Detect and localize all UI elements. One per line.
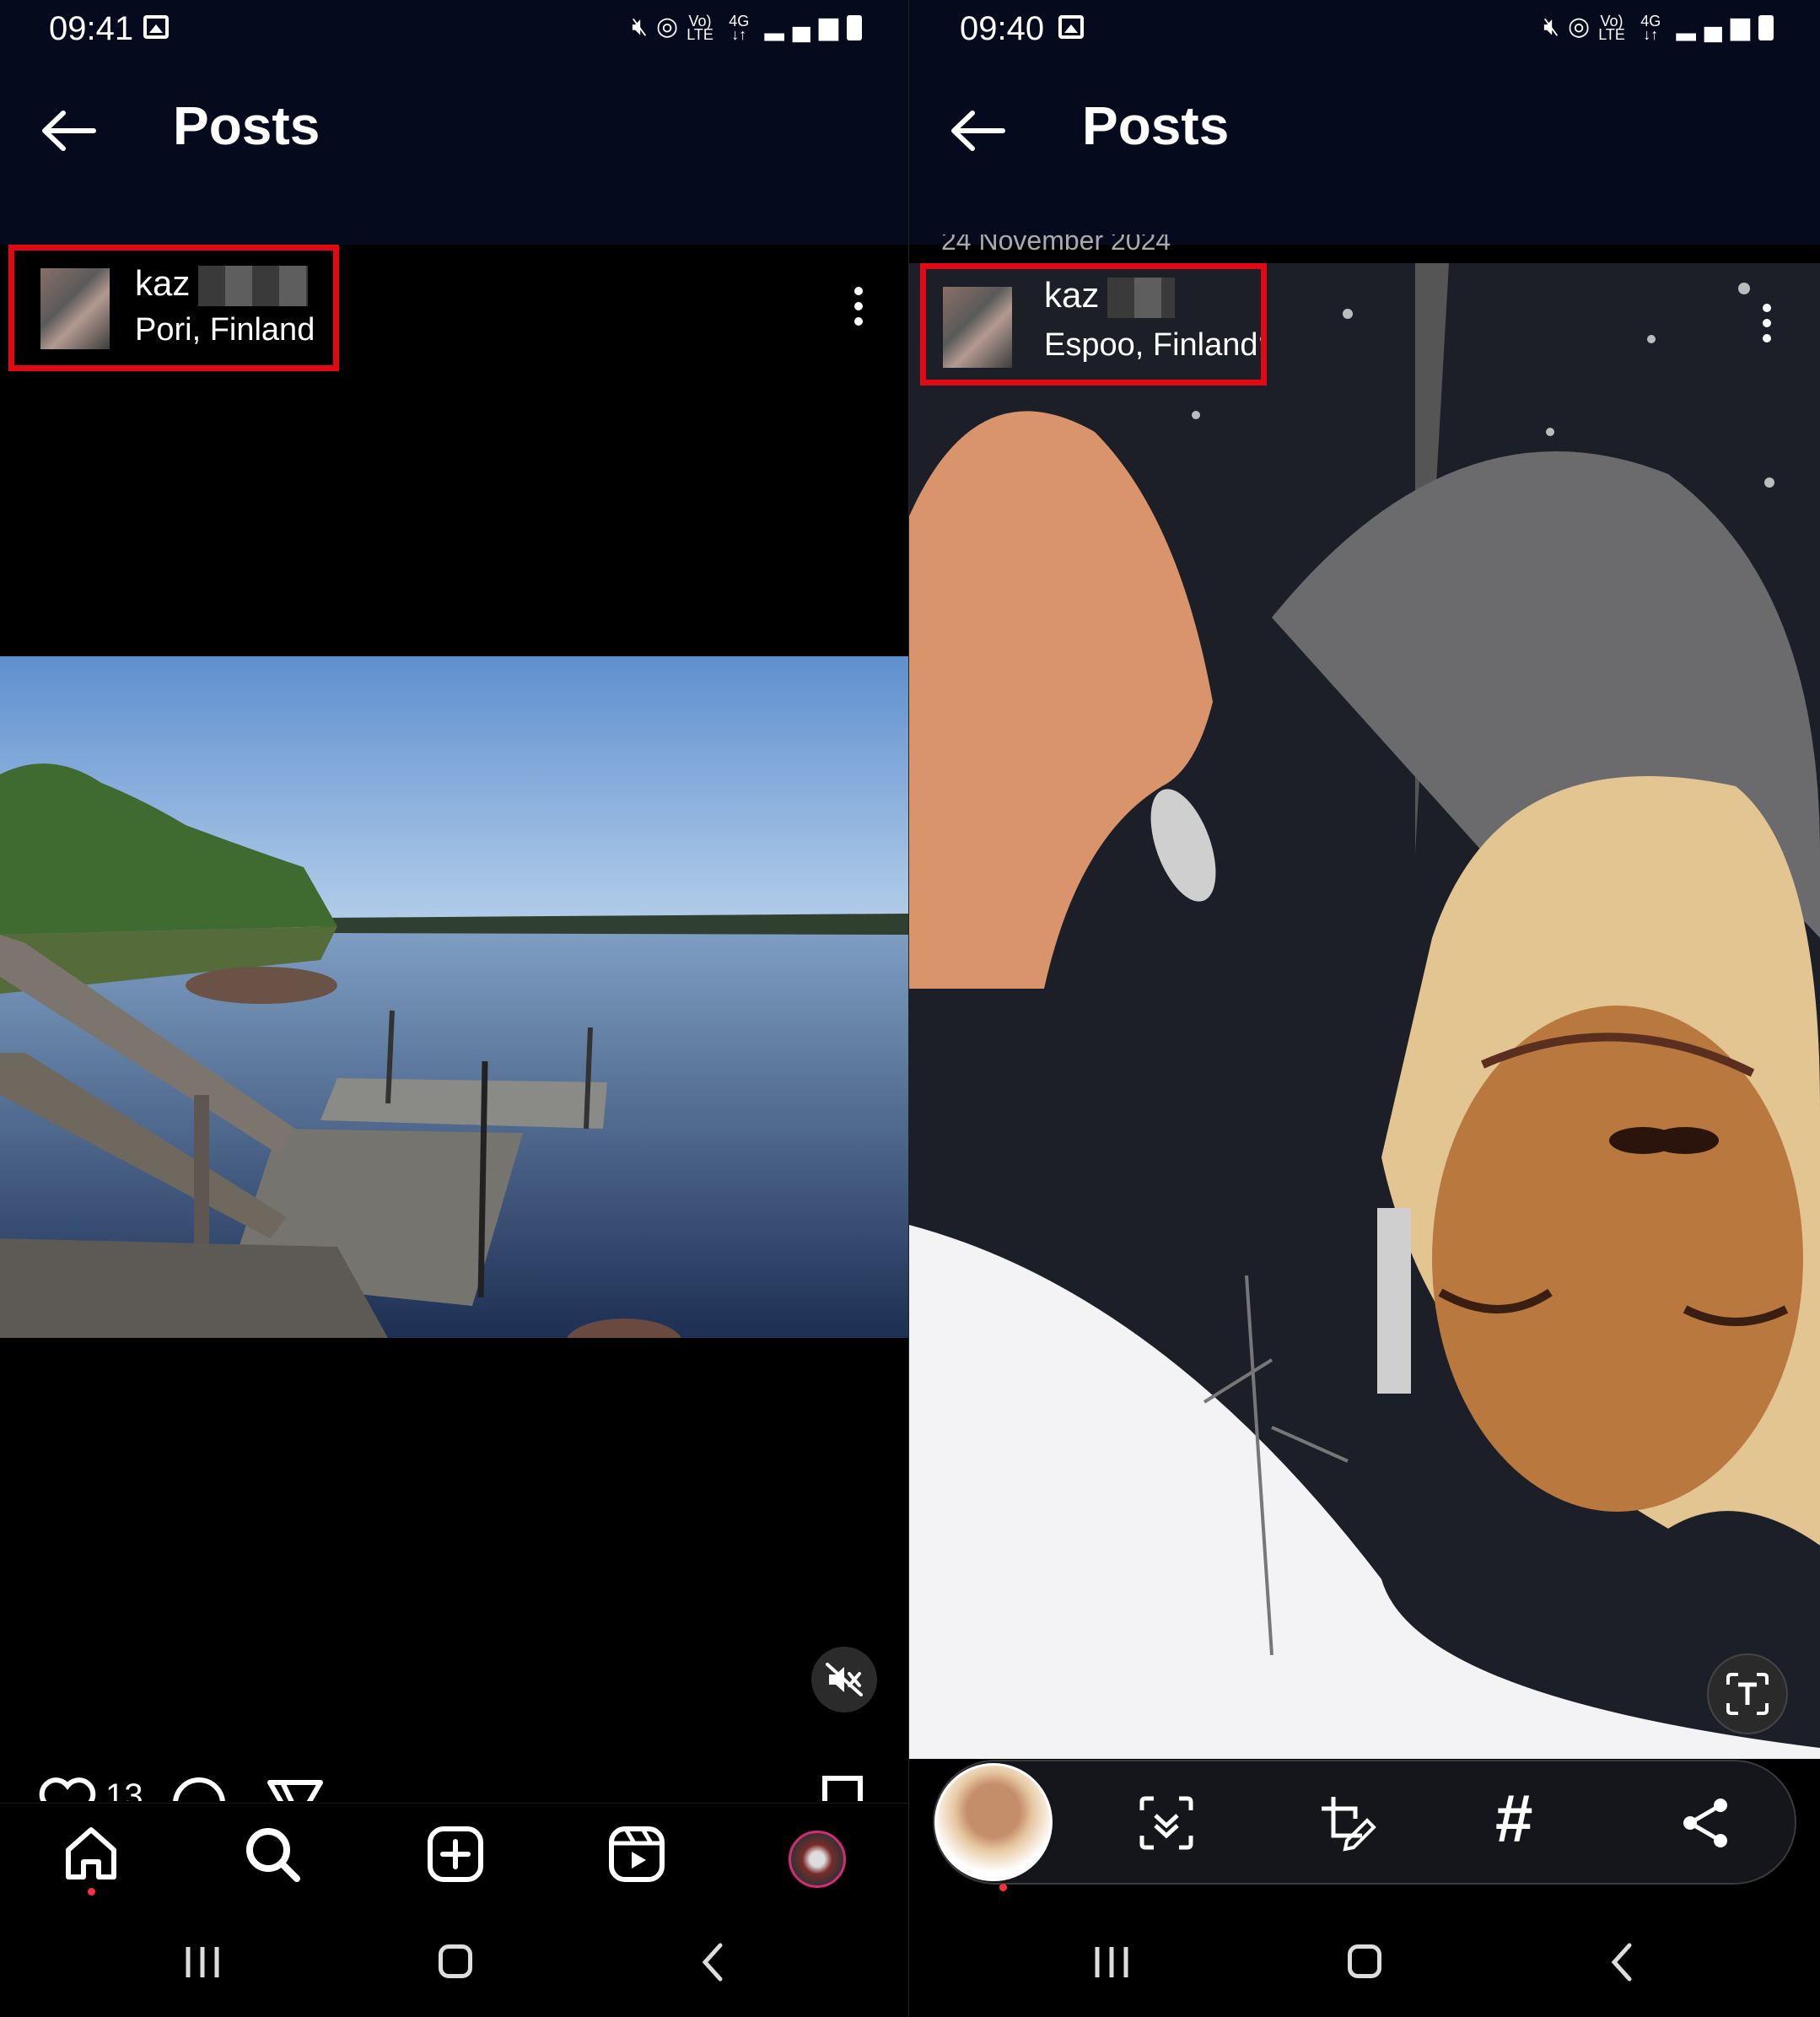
scan-icon[interactable] (1137, 1793, 1196, 1853)
system-back-icon[interactable] (700, 1942, 725, 1982)
home-button-icon[interactable] (439, 1944, 472, 1978)
back-arrow-icon[interactable] (947, 110, 1006, 152)
comment-icon[interactable] (171, 1776, 227, 1801)
reels-icon[interactable] (607, 1825, 666, 1884)
home-icon[interactable] (62, 1825, 121, 1884)
4g-icon: 4G ↓↑ (729, 13, 750, 44)
system-navigation (0, 1923, 908, 1999)
battery-icon (847, 15, 862, 41)
mute-icon: 🔇︎ (632, 13, 657, 40)
page-title: Posts (173, 95, 320, 156)
recent-apps-icon[interactable] (181, 1944, 223, 1980)
screenshot-editor-toolbar: # (933, 1760, 1796, 1885)
app-bar: Posts 24 November 2024 (909, 59, 1820, 253)
signal-icon: ▂▄▆ (764, 13, 847, 40)
hashtag-icon[interactable]: # (1495, 1785, 1533, 1853)
system-back-icon[interactable] (1609, 1942, 1634, 1982)
search-icon[interactable] (243, 1825, 302, 1884)
volte-icon: Vo) LTE (1598, 13, 1625, 44)
highlight-box (8, 245, 339, 371)
text-recognition-button[interactable] (1707, 1653, 1788, 1734)
photo-icon (1058, 15, 1084, 39)
post-actions: 13 (0, 1767, 908, 1801)
status-time: 09:40 (960, 10, 1045, 47)
status-bar: 09:40 🔇︎◎ Vo) LTE 4G ↓↑ ▂▄▆ (909, 0, 1820, 59)
app-bar: Posts (0, 59, 908, 245)
crop-edit-icon[interactable] (1318, 1793, 1377, 1853)
system-navigation (909, 1923, 1820, 1999)
notification-dot (999, 1884, 1007, 1891)
more-options-icon[interactable] (1763, 304, 1771, 349)
status-time: 09:41 (49, 10, 134, 47)
back-arrow-icon[interactable] (38, 110, 97, 152)
photo-icon (143, 15, 169, 39)
4g-icon: 4G ↓↑ (1640, 13, 1661, 44)
highlight-box (920, 263, 1267, 386)
left-screenshot: 09:41 🔇︎◎ Vo) LTE 4G ↓↑ ▂▄▆ Posts kaz Pori,… (0, 0, 908, 2017)
volte-icon: Vo) LTE (687, 13, 713, 44)
more-options-icon[interactable] (854, 287, 863, 332)
right-screenshot: 09:40 🔇︎◎ Vo) LTE 4G ↓↑ ▂▄▆ Posts 24 Novemb… (909, 0, 1820, 2017)
status-bar: 09:41 🔇︎◎ Vo) LTE 4G ↓↑ ▂▄▆ (0, 0, 908, 59)
create-post-icon[interactable] (426, 1825, 485, 1884)
page-title: Posts (1082, 95, 1230, 156)
profile-avatar[interactable] (789, 1831, 846, 1888)
post-photo-lake-dock[interactable] (0, 656, 908, 1338)
audio-muted-button[interactable] (811, 1647, 877, 1712)
text-scan-icon (1726, 1673, 1769, 1715)
screenshot-thumbnail[interactable] (934, 1763, 1053, 1881)
like-heart-icon[interactable] (38, 1776, 97, 1801)
speaker-muted-icon (826, 1663, 863, 1696)
battery-icon (1758, 15, 1774, 41)
home-button-icon[interactable] (1348, 1944, 1381, 1978)
bottom-navigation (0, 1803, 908, 1905)
notification-dot (88, 1888, 95, 1896)
hotspot-icon: ◎ (1568, 13, 1599, 40)
save-bookmark-icon[interactable] (821, 1774, 864, 1801)
post-date: 24 November 2024 (941, 235, 1171, 253)
signal-icon: ▂▄▆ (1676, 13, 1758, 40)
mute-icon: 🔇︎ (1543, 13, 1569, 40)
recent-apps-icon[interactable] (1090, 1944, 1133, 1980)
hotspot-icon: ◎ (656, 13, 687, 40)
like-count[interactable]: 13 (105, 1777, 143, 1801)
share-send-icon[interactable] (266, 1776, 325, 1801)
share-icon[interactable] (1677, 1793, 1736, 1853)
status-icons: 🔇︎◎ Vo) LTE 4G ↓↑ ▂▄▆ (632, 12, 862, 44)
post-photo-person-snow[interactable] (909, 263, 1820, 1759)
status-icons: 🔇︎◎ Vo) LTE 4G ↓↑ ▂▄▆ (1543, 12, 1774, 44)
